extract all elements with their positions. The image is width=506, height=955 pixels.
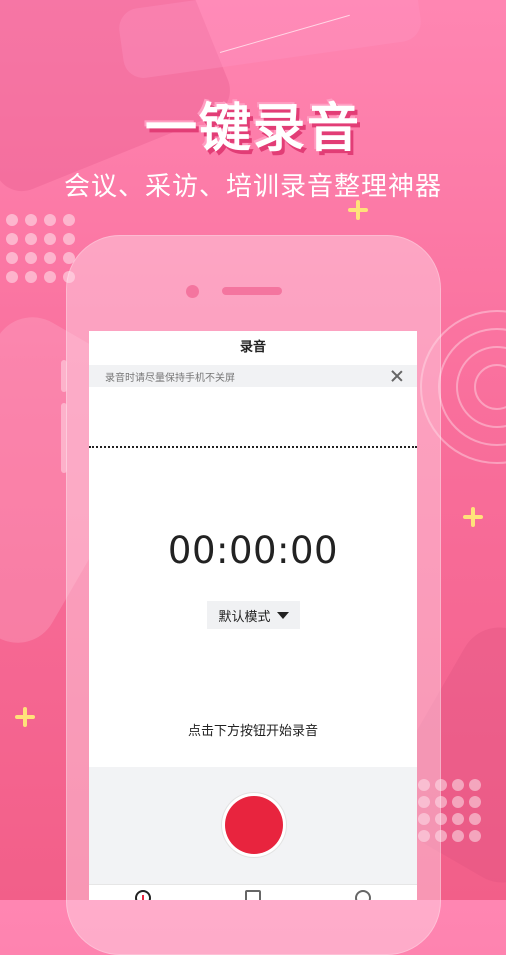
tab-bar [89,884,417,900]
mode-label: 默认模式 [218,609,271,625]
tab-file-icon[interactable] [245,890,261,900]
promo-subheadline: 会议、采访、培训录音整理神器 [63,172,442,202]
app-title: 录音 [239,340,266,355]
mode-dropdown[interactable]: 默认模式 [207,601,300,629]
record-panel [89,767,417,884]
sparkle-icon [15,707,35,727]
phone-side-button [61,360,67,392]
sparkle-icon [348,200,368,220]
phone-speaker [222,287,282,295]
phone-camera [186,285,199,298]
start-hint: 点击下方按钮开始录音 [187,724,318,739]
phone-side-button [61,403,67,473]
app-screen: 录音 录音时请尽量保持手机不关屏 00:00:00 默认模式 点击下方按钮开始录… [89,331,417,900]
notice-text: 录音时请尽量保持手机不关屏 [105,372,235,384]
notice-bar: 录音时请尽量保持手机不关屏 [89,365,417,387]
sparkle-icon [463,507,483,527]
waveform-area [89,387,417,448]
bg-shape [116,0,424,81]
waveform-baseline [89,446,417,448]
caret-down-icon [276,611,289,619]
tab-profile-icon[interactable] [355,890,371,900]
tab-record-icon[interactable] [135,890,151,900]
close-icon[interactable] [391,370,403,382]
recording-timer: 00:00:00 [167,529,339,572]
promo-headline: 一键录音 [144,99,361,159]
decorative-dots [6,214,75,283]
record-button[interactable] [225,796,283,854]
